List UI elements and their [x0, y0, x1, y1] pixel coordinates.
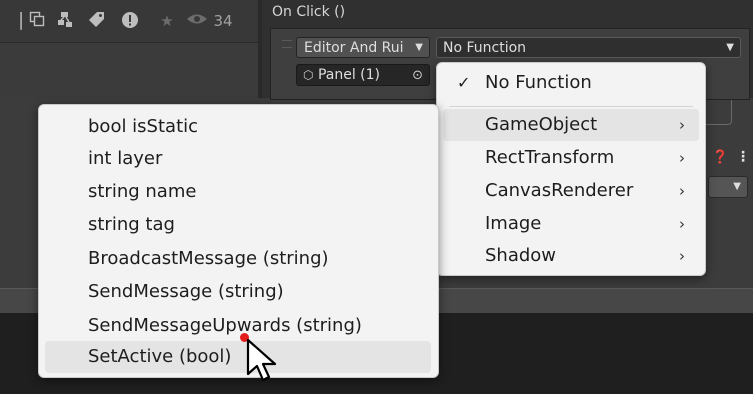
inspector-toolbar: ▕ ★ 34: [0, 0, 258, 42]
mouse-cursor-icon: [246, 338, 277, 382]
submenu-item-layer[interactable]: int layer: [45, 143, 431, 175]
menu-item-image[interactable]: Image ›: [443, 208, 699, 240]
menu-item-recttransform[interactable]: RectTransform ›: [443, 142, 699, 174]
menu-separator: [449, 106, 693, 107]
drag-handle-icon[interactable]: [282, 40, 292, 48]
menu-item-no-function[interactable]: ✓ No Function: [443, 67, 699, 99]
check-icon: ✓: [457, 73, 471, 92]
chevron-right-icon: ›: [679, 215, 685, 233]
object-field[interactable]: ⬡ Panel (1) ⊙: [296, 64, 430, 86]
submenu-item-name[interactable]: string name: [45, 176, 431, 208]
menu-item-shadow[interactable]: Shadow ›: [443, 240, 699, 272]
menu-item-gameobject[interactable]: GameObject ›: [443, 109, 699, 141]
submenu-item-tag[interactable]: string tag: [45, 209, 431, 241]
chevron-down-icon: ▼: [413, 38, 423, 57]
submenu-item-sendmessageupwards[interactable]: SendMessageUpwards (string): [45, 310, 431, 342]
submenu-item-isstatic[interactable]: bool isStatic: [45, 111, 431, 143]
function-dropdown-label: No Function: [443, 40, 527, 56]
function-dropdown[interactable]: No Function ▼: [436, 37, 741, 58]
chevron-down-icon: ▼: [733, 181, 741, 192]
cube-icon: ⬡: [303, 68, 314, 82]
menu-item-canvasrenderer[interactable]: CanvasRenderer ›: [443, 175, 699, 207]
inspector-pane: [0, 42, 258, 99]
visibility-icon[interactable]: [184, 11, 210, 31]
gameobject-submenu: bool isStatic int layer string name stri…: [38, 104, 439, 378]
visible-count: 34: [213, 12, 233, 30]
favorite-icon[interactable]: ★: [158, 11, 176, 31]
runtime-dropdown[interactable]: Editor And Rui ▼: [296, 37, 430, 58]
layers-icon[interactable]: [28, 11, 46, 31]
chevron-right-icon: ›: [679, 247, 685, 265]
warning-icon[interactable]: [120, 11, 140, 31]
chevron-right-icon: ›: [679, 116, 685, 134]
chevron-right-icon: ›: [679, 149, 685, 167]
kebab-menu-icon[interactable]: ⋮: [736, 149, 750, 165]
submenu-item-sendmessage[interactable]: SendMessage (string): [45, 276, 431, 308]
chevron-right-icon: ›: [679, 182, 685, 200]
runtime-dropdown-label: Editor And Rui: [304, 40, 404, 56]
prefab-icon[interactable]: [56, 11, 74, 31]
function-menu: ✓ No Function GameObject › RectTransform…: [436, 62, 706, 276]
chevron-down-icon: ▼: [726, 42, 734, 53]
object-field-label: Panel (1): [317, 67, 380, 83]
tag-icon[interactable]: [88, 11, 106, 31]
object-picker-icon[interactable]: ⊙: [412, 65, 423, 86]
scene-edge-icon: ▕: [10, 12, 22, 30]
help-icon[interactable]: ❓: [712, 150, 728, 165]
event-title: On Click (): [272, 4, 346, 20]
submenu-item-setactive[interactable]: SetActive (bool): [45, 341, 431, 373]
submenu-item-broadcastmessage[interactable]: BroadcastMessage (string): [45, 243, 431, 275]
side-dropdown[interactable]: ▼: [708, 176, 748, 198]
